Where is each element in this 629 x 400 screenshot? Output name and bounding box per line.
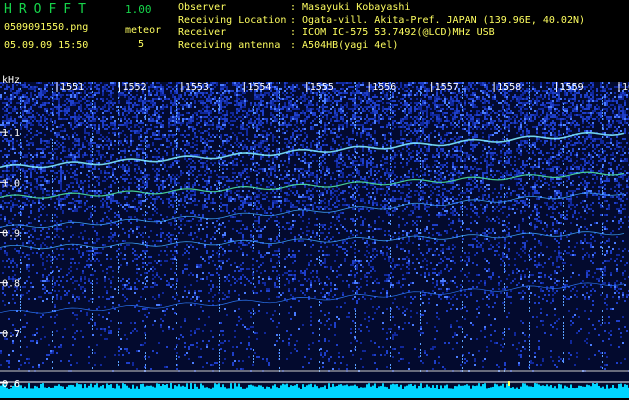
info-value: : Masayuki Kobayashi — [290, 2, 411, 13]
x-tick-label: 1553 — [185, 82, 209, 93]
header-panel: HROFFT 1.00 0509091550.png 05.09.09 15:5… — [0, 0, 629, 72]
spectrogram-noise — [0, 82, 629, 398]
x-tick-label: 1558 — [497, 82, 521, 93]
x-tick-label: 1554 — [247, 82, 271, 93]
info-row-antenna: Receiving antenna : A504HB(yagi 4el) — [178, 40, 585, 53]
x-tick-label: 1552 — [122, 82, 146, 93]
app-version: 1.00 — [125, 3, 152, 16]
info-label: Observer — [178, 2, 227, 13]
y-tick-label: 1.0 — [2, 178, 20, 189]
meteor-count: 5 — [138, 39, 145, 50]
info-value: : ICOM IC-575 53.7492(@LCD)MHz USB — [290, 27, 495, 38]
y-tick-label: 0.7 — [2, 329, 20, 340]
x-tick-label: 1556 — [372, 82, 396, 93]
info-row-receiver: Receiver : ICOM IC-575 53.7492(@LCD)MHz … — [178, 27, 585, 40]
x-tick-label: 1559 — [560, 82, 584, 93]
x-tick-label: 1600 — [622, 82, 629, 93]
info-label: Receiving antenna — [178, 39, 281, 51]
spectrogram-plot: kHz 1.1 1.0 0.9 0.8 0.7 0.6 1551 1552 1553 1554 155… — [0, 72, 629, 400]
y-axis-label: kHz — [2, 75, 20, 86]
app-title: HROFFT — [4, 2, 93, 17]
x-tick-label: 1557 — [435, 82, 459, 93]
x-tick-label: 1551 — [60, 82, 84, 93]
info-value: : Ogata-vill. Akita-Pref. JAPAN (139.96E… — [290, 14, 586, 26]
info-row-location: Receiving Location : Ogata-vill. Akita-P… — [178, 15, 585, 28]
y-tick-label: 0.9 — [2, 228, 20, 239]
meteor-label: meteor — [125, 25, 162, 36]
info-label: Receiving Location — [178, 14, 287, 26]
x-tick-label: 1555 — [310, 82, 334, 93]
info-label: Receiver — [178, 27, 227, 38]
info-value: : A504HB(yagi 4el) — [290, 39, 399, 51]
y-tick-label: 0.6 — [2, 379, 20, 390]
file-name: 0509091550.png — [4, 22, 89, 33]
y-tick-label: 1.1 — [2, 128, 20, 139]
info-row-observer: Observer : Masayuki Kobayashi — [178, 2, 585, 15]
station-info: Observer : Masayuki Kobayashi Receiving … — [178, 2, 585, 52]
y-tick-label: 0.8 — [2, 279, 20, 290]
date-time: 05.09.09 15:50 — [4, 40, 89, 51]
